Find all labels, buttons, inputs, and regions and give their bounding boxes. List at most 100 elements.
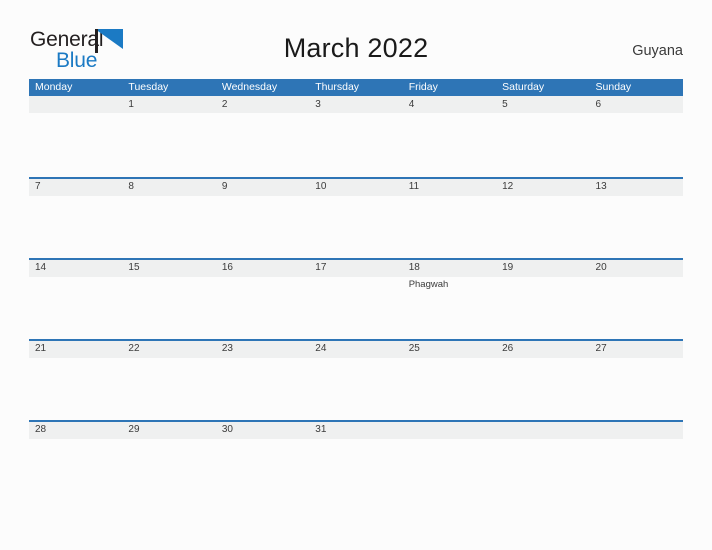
day-cell[interactable] xyxy=(590,196,683,258)
week-date-band: 14 15 16 17 18 19 20 xyxy=(29,258,683,277)
day-number-21[interactable]: 21 xyxy=(29,341,122,358)
day-cell[interactable] xyxy=(29,358,122,420)
day-cell[interactable] xyxy=(29,439,122,501)
week-event-body xyxy=(29,358,683,420)
day-cell[interactable] xyxy=(122,277,215,339)
calendar-week-row: 7 8 9 10 11 12 13 xyxy=(29,177,683,258)
weekday-header-friday: Friday xyxy=(408,81,438,93)
day-cell[interactable] xyxy=(496,277,589,339)
day-number-empty xyxy=(29,96,122,113)
day-number-30[interactable]: 30 xyxy=(216,422,309,439)
day-cell[interactable] xyxy=(29,196,122,258)
day-cell[interactable] xyxy=(309,439,402,501)
day-cell[interactable] xyxy=(309,358,402,420)
weekday-header-monday: Monday xyxy=(35,81,73,93)
calendar-page: General Blue March 2022 Guyana Monday Tue… xyxy=(0,0,712,550)
day-number-28[interactable]: 28 xyxy=(29,422,122,439)
day-number-15[interactable]: 15 xyxy=(122,260,215,277)
weekday-header-saturday: Saturday xyxy=(502,81,545,93)
day-cell[interactable] xyxy=(216,113,309,175)
day-number-24[interactable]: 24 xyxy=(309,341,402,358)
holiday-event-label: Phagwah xyxy=(408,279,449,290)
day-cell[interactable] xyxy=(590,439,683,501)
day-number-10[interactable]: 10 xyxy=(309,179,402,196)
day-number-29[interactable]: 29 xyxy=(122,422,215,439)
day-number-12[interactable]: 12 xyxy=(496,179,589,196)
day-number-6[interactable]: 6 xyxy=(590,96,683,113)
calendar-week-row: 21 22 23 24 25 26 27 xyxy=(29,339,683,420)
day-number-3[interactable]: 3 xyxy=(309,96,402,113)
day-cell[interactable] xyxy=(122,196,215,258)
weekday-header-sunday: Sunday xyxy=(595,81,632,93)
day-number-19[interactable]: 19 xyxy=(496,260,589,277)
day-cell[interactable] xyxy=(403,196,496,258)
week-event-body xyxy=(29,113,683,175)
week-event-body: Phagwah xyxy=(29,277,683,339)
day-number-5[interactable]: 5 xyxy=(496,96,589,113)
day-number-18[interactable]: 18 xyxy=(403,260,496,277)
day-number-17[interactable]: 17 xyxy=(309,260,402,277)
day-number-13[interactable]: 13 xyxy=(590,179,683,196)
day-cell[interactable] xyxy=(216,358,309,420)
calendar-week-row: 123456 xyxy=(29,96,683,177)
day-number-16[interactable]: 16 xyxy=(216,260,309,277)
week-event-body xyxy=(29,196,683,258)
region-label: Guyana xyxy=(632,43,683,59)
day-cell[interactable] xyxy=(122,113,215,175)
calendar-weeks: 1 2 3 4 5 6 7 8 9 10 11 12 13 14 15 16 17 18 19 20 Phagwah 21… xyxy=(29,96,683,501)
page-header: General Blue March 2022 Guyana xyxy=(0,0,712,78)
day-cell[interactable] xyxy=(29,277,122,339)
day-cell[interactable] xyxy=(403,113,496,175)
day-number-7[interactable]: 7 xyxy=(29,179,122,196)
day-cell[interactable] xyxy=(216,277,309,339)
page-title: March 2022 xyxy=(283,33,429,63)
day-cell[interactable] xyxy=(122,439,215,501)
week-date-band: 123456 xyxy=(29,96,683,113)
day-number-20[interactable]: 20 xyxy=(590,260,683,277)
day-cell[interactable] xyxy=(309,113,402,175)
day-number-22[interactable]: 22 xyxy=(122,341,215,358)
day-cell[interactable] xyxy=(122,358,215,420)
day-number-2[interactable]: 2 xyxy=(216,96,309,113)
day-cell[interactable] xyxy=(216,196,309,258)
calendar-week-row: 14 15 16 17 18 19 20 Phagwah xyxy=(29,258,683,339)
day-cell[interactable] xyxy=(216,439,309,501)
day-cell[interactable] xyxy=(403,439,496,501)
day-cell[interactable] xyxy=(590,113,683,175)
day-number-23[interactable]: 23 xyxy=(216,341,309,358)
day-cell[interactable] xyxy=(496,196,589,258)
day-number-empty xyxy=(403,422,496,439)
day-cell[interactable] xyxy=(590,277,683,339)
day-cell[interactable] xyxy=(496,358,589,420)
day-cell[interactable] xyxy=(309,277,402,339)
day-cell[interactable] xyxy=(29,113,122,175)
day-cell[interactable] xyxy=(309,196,402,258)
day-cell[interactable]: Phagwah xyxy=(403,277,496,339)
week-date-band: 7 8 9 10 11 12 13 xyxy=(29,177,683,196)
week-event-body xyxy=(29,439,683,501)
day-cell[interactable] xyxy=(403,358,496,420)
week-date-band: 28 29 30 31 xyxy=(29,420,683,439)
day-number-31[interactable]: 31 xyxy=(309,422,402,439)
day-number-empty xyxy=(590,422,683,439)
day-number-1[interactable]: 1 xyxy=(122,96,215,113)
day-number-27[interactable]: 27 xyxy=(590,341,683,358)
day-cell[interactable] xyxy=(496,439,589,501)
weekday-header-thursday: Thursday xyxy=(315,81,360,93)
day-number-11[interactable]: 11 xyxy=(403,179,496,196)
weekday-header-tuesday: Tuesday xyxy=(128,81,169,93)
day-number-4[interactable]: 4 xyxy=(403,96,496,113)
calendar-week-row: 28 29 30 31 xyxy=(29,420,683,501)
day-number-empty xyxy=(496,422,589,439)
weekday-header-row: Monday Tuesday Wednesday Thursday Friday Satu… xyxy=(29,79,683,96)
day-number-14[interactable]: 14 xyxy=(29,260,122,277)
calendar-grid: Monday Tuesday Wednesday Thursday Friday Satu… xyxy=(29,79,683,501)
day-number-25[interactable]: 25 xyxy=(403,341,496,358)
week-date-band: 21 22 23 24 25 26 27 xyxy=(29,339,683,358)
weekday-header-wednesday: Wednesday xyxy=(221,81,278,93)
day-cell[interactable] xyxy=(590,358,683,420)
day-number-26[interactable]: 26 xyxy=(496,341,589,358)
day-number-9[interactable]: 9 xyxy=(216,179,309,196)
day-number-8[interactable]: 8 xyxy=(122,179,215,196)
day-cell[interactable] xyxy=(496,113,589,175)
